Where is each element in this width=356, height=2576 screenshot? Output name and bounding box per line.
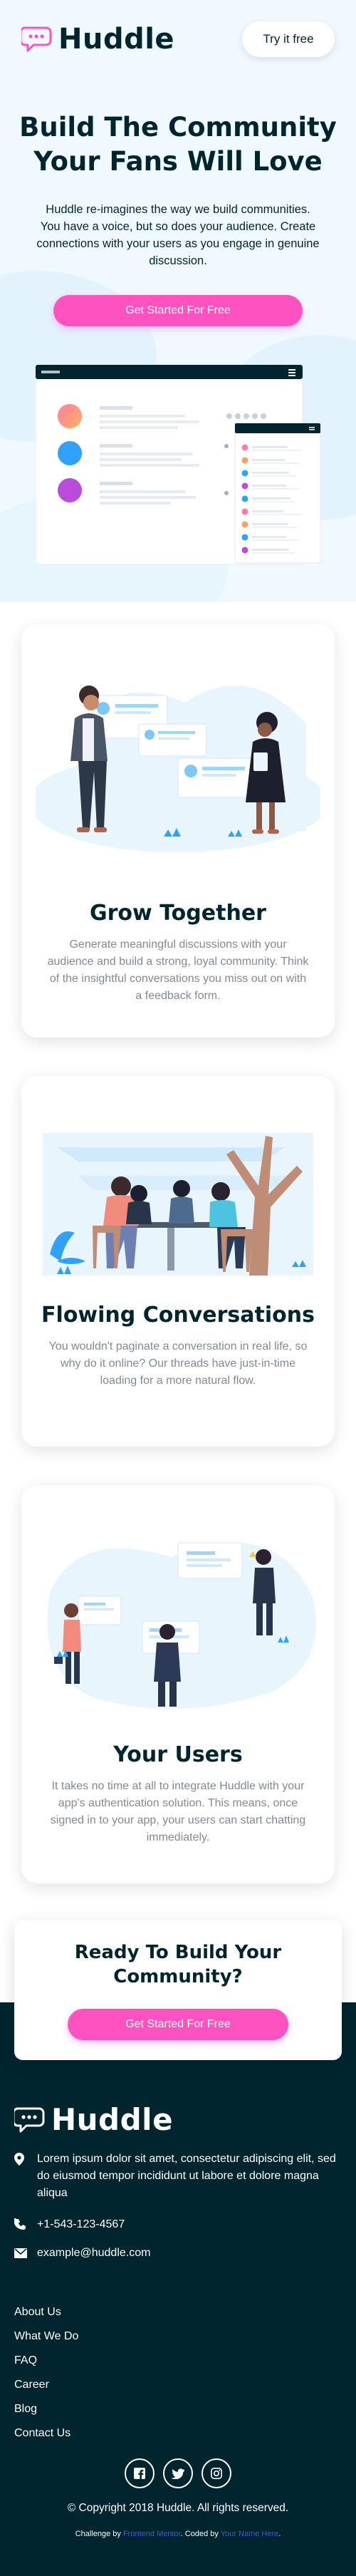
feature-card-your-users: Your Users It takes no time at all to in…: [21, 1486, 335, 1883]
phone-icon: [14, 2216, 37, 2236]
footer-nav: About Us What We Do FAQ Career Blog Cont…: [14, 2300, 228, 2446]
feature-description: Generate meaningful discussions with you…: [47, 938, 309, 1002]
footer-brand-logo[interactable]: Huddle: [14, 2102, 173, 2137]
hero-mockup-illustration: [36, 364, 320, 565]
footer-link-career[interactable]: Career: [14, 2373, 228, 2397]
feature-card-grow-together: Grow Together Generate meaningful discus…: [21, 624, 335, 1038]
hero-title-line2: Your Fans Will Love: [33, 146, 323, 177]
ready-title-line2: Community?: [113, 1966, 243, 1987]
footer: [0, 2002, 356, 2576]
phone-text[interactable]: +1-543-123-4567: [37, 2216, 342, 2236]
footer-link-contact-us[interactable]: Contact Us: [14, 2421, 228, 2446]
feature-description: It takes no time at all to integrate Hud…: [50, 1780, 306, 1843]
try-it-free-button[interactable]: Try it free: [242, 21, 335, 57]
feature-title: Flowing Conversations: [41, 1303, 315, 1328]
footer-link-what-we-do[interactable]: What We Do: [14, 2324, 228, 2349]
flowing-conversations-illustration: [43, 1133, 313, 1276]
feature-title: Your Users: [113, 1742, 243, 1767]
brand-logo[interactable]: Huddle: [21, 23, 174, 56]
attribution: Challenge by Frontend Mentor. Coded by Y…: [0, 2530, 356, 2538]
copyright-text: © Copyright 2018 Huddle. All rights rese…: [67, 2502, 289, 2514]
footer-email: example@huddle.com: [14, 2245, 342, 2264]
hero-description: Huddle re-imagines the way we build comm…: [36, 203, 320, 267]
twitter-icon[interactable]: [163, 2458, 193, 2488]
footer-link-about-us[interactable]: About Us: [14, 2300, 228, 2324]
feature-title: Grow Together: [90, 901, 266, 926]
brand-name: Huddle: [58, 23, 175, 56]
address-text: Lorem ipsum dolor sit amet, consectetur …: [37, 2153, 336, 2199]
chat-logo-icon: [14, 2107, 45, 2132]
hero-title-line1: Build The Community: [19, 112, 337, 143]
hero-section: Huddle Try it free Build The Community Y…: [0, 0, 356, 602]
ready-title-line1: Ready To Build Your: [74, 1942, 282, 1963]
top-bar: Huddle Try it free: [21, 19, 335, 58]
footer-phone: +1-543-123-4567: [14, 2216, 342, 2236]
attribution-middle: . Coded by: [180, 2530, 219, 2538]
instagram-icon[interactable]: [201, 2458, 231, 2488]
facebook-icon[interactable]: [125, 2458, 155, 2488]
feature-description: You wouldn't paginate a conversation in …: [48, 1340, 308, 1387]
ready-cta-card: Ready To Build Your Community? Get Start…: [14, 1920, 342, 2060]
mail-icon: [14, 2245, 37, 2264]
email-text[interactable]: example@huddle.com: [37, 2245, 342, 2264]
get-started-button[interactable]: Get Started For Free: [53, 295, 303, 326]
grow-together-illustration: [36, 686, 320, 852]
footer-link-faq[interactable]: FAQ: [14, 2349, 228, 2373]
footer-brand-name: Huddle: [51, 2102, 174, 2137]
ready-get-started-button[interactable]: Get Started For Free: [68, 2009, 288, 2040]
footer-link-blog[interactable]: Blog: [14, 2397, 228, 2421]
attribution-suffix: .: [278, 2530, 281, 2538]
feature-card-flowing-conversations: Flowing Conversations You wouldn't pagin…: [21, 1076, 335, 1447]
social-links: [125, 2458, 231, 2488]
ready-title: Ready To Build Your Community?: [28, 1940, 328, 1989]
author-link[interactable]: Your Name Here: [221, 2530, 279, 2538]
attribution-prefix: Challenge by: [75, 2530, 121, 2538]
hero-title: Build The Community Your Fans Will Love: [14, 110, 342, 179]
frontend-mentor-link[interactable]: Frontend Mentor: [123, 2530, 181, 2538]
footer-address: Lorem ipsum dolor sit amet, consectetur …: [14, 2151, 342, 2202]
your-users-illustration: [47, 1542, 316, 1709]
chat-logo-icon: [21, 26, 52, 52]
location-pin-icon: [14, 2151, 37, 2202]
